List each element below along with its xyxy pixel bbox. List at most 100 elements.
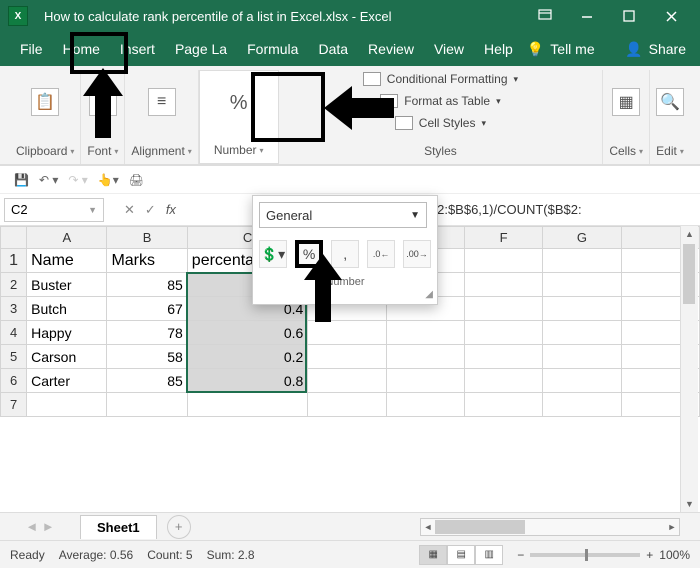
group-number[interactable]: % Number▾ [199, 70, 279, 164]
scroll-thumb[interactable] [435, 520, 525, 534]
row-header[interactable]: 7 [1, 393, 27, 417]
cell[interactable] [464, 249, 542, 273]
close-button[interactable] [650, 0, 692, 32]
conditional-formatting[interactable]: Conditional Formatting ▾ [363, 72, 518, 86]
cell[interactable] [386, 393, 464, 417]
cell[interactable]: Happy [27, 321, 107, 345]
add-sheet-button[interactable]: + [167, 515, 191, 539]
name-box[interactable]: C2 ▼ [4, 198, 104, 222]
cell[interactable] [308, 369, 386, 393]
minimize-button[interactable] [566, 0, 608, 32]
cell[interactable]: 85 [107, 369, 187, 393]
tab-data[interactable]: Data [308, 35, 358, 63]
tab-help[interactable]: Help [474, 35, 523, 63]
cell[interactable] [543, 273, 621, 297]
cell[interactable] [543, 249, 621, 273]
cell[interactable] [543, 297, 621, 321]
zoom-out-button[interactable]: − [517, 548, 524, 562]
ribbon-display-options[interactable] [524, 0, 566, 32]
tab-review[interactable]: Review [358, 35, 424, 63]
cell[interactable]: Butch [27, 297, 107, 321]
alignment-icon[interactable]: ≡ [148, 88, 176, 116]
cell[interactable] [464, 273, 542, 297]
zoom-in-button[interactable]: + [646, 548, 653, 562]
dialog-launcher-icon[interactable]: ◢ [425, 289, 433, 300]
cell[interactable] [308, 321, 386, 345]
normal-view-button[interactable]: ▦ [419, 545, 447, 565]
increase-decimal-button[interactable]: .0← [367, 240, 395, 268]
zoom-slider[interactable] [530, 553, 640, 557]
decrease-decimal-button[interactable]: .00→ [403, 240, 431, 268]
cell[interactable]: 78 [107, 321, 187, 345]
format-as-table[interactable]: Format as Table ▾ [380, 94, 500, 108]
chevron-down-icon[interactable]: ▼ [88, 205, 97, 215]
vertical-scrollbar[interactable]: ▲ ▼ [680, 226, 698, 512]
cell[interactable]: Carter [27, 369, 107, 393]
tell-me[interactable]: 💡Tell me [527, 41, 595, 58]
select-all-corner[interactable] [1, 227, 27, 249]
row-header[interactable]: 4 [1, 321, 27, 345]
cell[interactable] [543, 393, 621, 417]
cell[interactable] [464, 321, 542, 345]
cell[interactable] [464, 369, 542, 393]
find-icon[interactable]: 🔍 [656, 88, 684, 116]
save-icon[interactable]: 💾 [14, 173, 29, 187]
zoom-level[interactable]: 100% [659, 548, 690, 562]
cell-styles[interactable]: Cell Styles ▾ [395, 116, 486, 130]
comma-style-button[interactable]: , [331, 240, 359, 268]
number-format-select[interactable]: General ▼ [259, 202, 427, 228]
tab-insert[interactable]: Insert [110, 35, 165, 63]
sheet-tab[interactable]: Sheet1 [80, 515, 157, 539]
col-header-f[interactable]: F [464, 227, 542, 249]
cell[interactable]: Buster [27, 273, 107, 297]
row-header[interactable]: 5 [1, 345, 27, 369]
accounting-format-button[interactable]: 💲▾ [259, 240, 287, 268]
cell[interactable]: 58 [107, 345, 187, 369]
cell[interactable] [308, 345, 386, 369]
cells-icon[interactable]: ▦ [612, 88, 640, 116]
zoom-controls[interactable]: − + 100% [517, 548, 690, 562]
scroll-down-icon[interactable]: ▼ [681, 496, 698, 512]
cell[interactable]: Marks [107, 249, 187, 273]
scroll-right-icon[interactable]: ► [665, 519, 679, 535]
cell[interactable] [386, 369, 464, 393]
redo-icon[interactable]: ↷ ▾ [68, 173, 87, 187]
cell[interactable] [386, 345, 464, 369]
tab-formulas[interactable]: Formula [237, 35, 308, 63]
cell[interactable] [464, 297, 542, 321]
percent-style-button[interactable]: % [295, 240, 323, 268]
row-header[interactable]: 1 [1, 249, 27, 273]
font-icon[interactable]: A [89, 88, 117, 116]
horizontal-scrollbar[interactable]: ◄ ► [420, 518, 680, 536]
cell[interactable]: 85 [107, 273, 187, 297]
tab-file[interactable]: File [10, 35, 53, 63]
cell[interactable] [543, 321, 621, 345]
cell[interactable] [543, 369, 621, 393]
cell[interactable]: 67 [107, 297, 187, 321]
tab-page-layout[interactable]: Page La [165, 35, 237, 63]
tab-home[interactable]: Home [53, 35, 110, 63]
scroll-up-icon[interactable]: ▲ [681, 226, 698, 242]
cell[interactable] [187, 393, 308, 417]
print-icon[interactable]: 🖨 [129, 173, 144, 187]
col-header-g[interactable]: G [543, 227, 621, 249]
cell[interactable] [107, 393, 187, 417]
page-break-view-button[interactable]: ▥ [475, 545, 503, 565]
insert-function-icon[interactable]: fx [166, 202, 176, 217]
undo-icon[interactable]: ↶ ▾ [39, 173, 58, 187]
cell[interactable]: 0.2 [187, 345, 308, 369]
scroll-left-icon[interactable]: ◄ [421, 519, 435, 535]
cell[interactable]: Name [27, 249, 107, 273]
share-button[interactable]: 👤Share [625, 41, 686, 58]
touch-mode-icon[interactable]: 👆▾ [98, 173, 119, 187]
row-header[interactable]: 2 [1, 273, 27, 297]
cell[interactable]: 0.8 [187, 369, 308, 393]
cell[interactable] [27, 393, 107, 417]
cell[interactable] [543, 345, 621, 369]
cell[interactable] [464, 393, 542, 417]
cell[interactable] [308, 393, 386, 417]
tab-view[interactable]: View [424, 35, 474, 63]
page-layout-view-button[interactable]: ▤ [447, 545, 475, 565]
maximize-button[interactable] [608, 0, 650, 32]
percent-icon[interactable]: % [225, 89, 253, 117]
